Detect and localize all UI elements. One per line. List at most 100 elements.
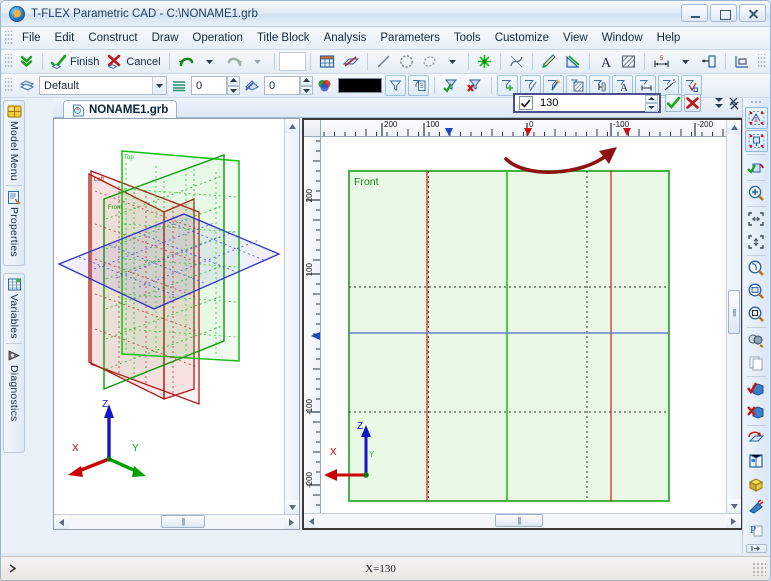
3d-workplanes-canvas[interactable]: Left Front Top [54, 119, 299, 515]
priority-stepper[interactable] [300, 76, 313, 95]
circle-icon[interactable] [396, 51, 417, 72]
value-field[interactable]: 130 [537, 97, 645, 109]
menu-item-construct[interactable]: Construct [81, 29, 144, 47]
priority-field[interactable]: 0 [264, 76, 300, 95]
zoom-in-icon[interactable] [745, 182, 768, 204]
color-swatch[interactable] [338, 78, 382, 93]
scroll-thumb[interactable] [728, 290, 740, 334]
menu-item-title-block[interactable]: Title Block [250, 29, 317, 47]
cancel-button[interactable]: Cancel [104, 51, 163, 72]
value-ok-button[interactable] [665, 94, 682, 112]
ruler-marker-red[interactable] [623, 128, 632, 136]
sidebar-item-variables[interactable]: Variables [7, 277, 22, 339]
close-button[interactable] [739, 4, 766, 22]
menu-item-operation[interactable]: Operation [185, 29, 250, 47]
priority-icon[interactable] [241, 75, 263, 96]
toolbar-grip-icon[interactable] [750, 100, 763, 105]
sidebar-item-model-menu[interactable]: Model Menu [7, 104, 22, 181]
scroll-thumb[interactable] [161, 515, 205, 528]
chevron-down-icon[interactable] [715, 97, 724, 106]
zoom-fit-icon[interactable] [745, 231, 768, 253]
redo-dropdown-icon[interactable] [248, 51, 269, 72]
filter-roughness-icon[interactable] [681, 75, 702, 96]
close-icon[interactable] [729, 97, 738, 106]
workplane-icon[interactable] [340, 51, 362, 72]
zoom-region-icon[interactable] [745, 303, 768, 325]
resize-grip-icon[interactable] [752, 562, 766, 576]
menu-item-file[interactable]: File [15, 29, 48, 47]
minimize-button[interactable] [681, 4, 708, 22]
menu-item-window[interactable]: Window [595, 29, 650, 47]
double-chevron-down-icon[interactable] [16, 51, 37, 72]
pane-2d-vscrollbar[interactable] [726, 120, 741, 513]
menu-grip-icon[interactable] [5, 31, 13, 46]
filter-leader-icon[interactable]: 5 [658, 75, 679, 96]
scroll-thumb[interactable] [495, 514, 543, 527]
select-all-icon[interactable] [440, 75, 462, 96]
ruler-marker-blue[interactable] [445, 128, 454, 136]
level-icon[interactable] [168, 75, 190, 96]
named-view-icon[interactable] [745, 450, 768, 472]
pan-view-icon[interactable] [745, 280, 768, 302]
value-stepper[interactable] [645, 95, 658, 112]
hatch-fill-icon[interactable] [618, 51, 639, 72]
pane-2d-hscrollbar[interactable] [304, 513, 741, 528]
scroll-left-arrow[interactable] [54, 515, 69, 529]
chevron-down-icon[interactable] [152, 77, 166, 94]
pane-3d-vscrollbar[interactable] [284, 119, 299, 514]
value-checkbox[interactable] [519, 96, 533, 110]
apply-node-icon[interactable] [745, 156, 768, 178]
horizontal-ruler[interactable]: 200 100 0 -100 -200 [321, 120, 741, 137]
color-wheel-icon[interactable] [314, 75, 335, 96]
value-input-box[interactable]: 130 [513, 93, 661, 113]
create-workplane-icon[interactable] [745, 130, 768, 152]
scroll-track[interactable] [69, 515, 284, 529]
page-view-icon[interactable]: P [745, 519, 768, 541]
redo-icon[interactable] [223, 51, 246, 72]
path-icon[interactable] [562, 51, 584, 72]
scroll-right-arrow[interactable] [284, 515, 299, 529]
menu-item-help[interactable]: Help [650, 29, 688, 47]
menu-item-edit[interactable]: Edit [48, 29, 82, 47]
scroll-track[interactable] [319, 514, 726, 528]
ellipse-icon[interactable] [419, 51, 440, 72]
menu-item-parameters[interactable]: Parameters [373, 29, 446, 47]
menu-item-draw[interactable]: Draw [145, 29, 186, 47]
leader-note-icon[interactable] [698, 51, 720, 72]
level-stepper[interactable] [227, 76, 240, 95]
spline-icon[interactable] [506, 51, 527, 72]
scroll-down-arrow[interactable] [285, 500, 299, 514]
shade-icon[interactable] [745, 496, 768, 518]
node-star-icon[interactable] [474, 51, 495, 72]
dimension-dropdown-icon[interactable] [675, 51, 696, 72]
ruler-marker-blue-origin[interactable] [311, 332, 320, 341]
toolbar-grip-icon[interactable] [5, 78, 13, 93]
filter-icon[interactable] [385, 75, 406, 96]
show-solid-icon[interactable] [745, 378, 768, 400]
pane-2d-view[interactable]: 200 100 0 -100 -200 [302, 118, 743, 530]
line-icon[interactable] [373, 51, 394, 72]
finish-button[interactable]: Finish [48, 51, 102, 72]
command-field[interactable] [279, 52, 306, 71]
create-3d-node-icon[interactable]: 1 [745, 107, 768, 129]
undo-icon[interactable] [175, 51, 198, 72]
hide-solid-icon[interactable] [745, 401, 768, 423]
menu-item-analysis[interactable]: Analysis [317, 29, 374, 47]
ruler-marker-red-origin[interactable] [524, 128, 533, 136]
menu-item-tools[interactable]: Tools [447, 29, 488, 47]
layer-combo[interactable]: Default [39, 76, 167, 95]
vertical-ruler[interactable]: 200 100 -100 -200 [304, 137, 321, 513]
canvas-2d[interactable]: Front [321, 137, 726, 513]
copy-view-icon[interactable] [745, 352, 768, 374]
menu-item-customize[interactable]: Customize [488, 29, 556, 47]
scroll-up-arrow[interactable] [727, 120, 741, 134]
grid-table-icon[interactable] [316, 51, 338, 72]
render-cube-icon[interactable] [745, 473, 768, 495]
pane-3d-hscrollbar[interactable] [54, 514, 299, 529]
scroll-up-arrow[interactable] [285, 119, 299, 133]
expand-toolbar-icon[interactable] [746, 544, 767, 553]
hatch-pen-icon[interactable] [538, 51, 560, 72]
rotate-view-icon[interactable] [745, 257, 768, 279]
document-tab[interactable]: NONAME1.grb [63, 100, 177, 119]
layers-stack-icon[interactable] [16, 75, 38, 96]
